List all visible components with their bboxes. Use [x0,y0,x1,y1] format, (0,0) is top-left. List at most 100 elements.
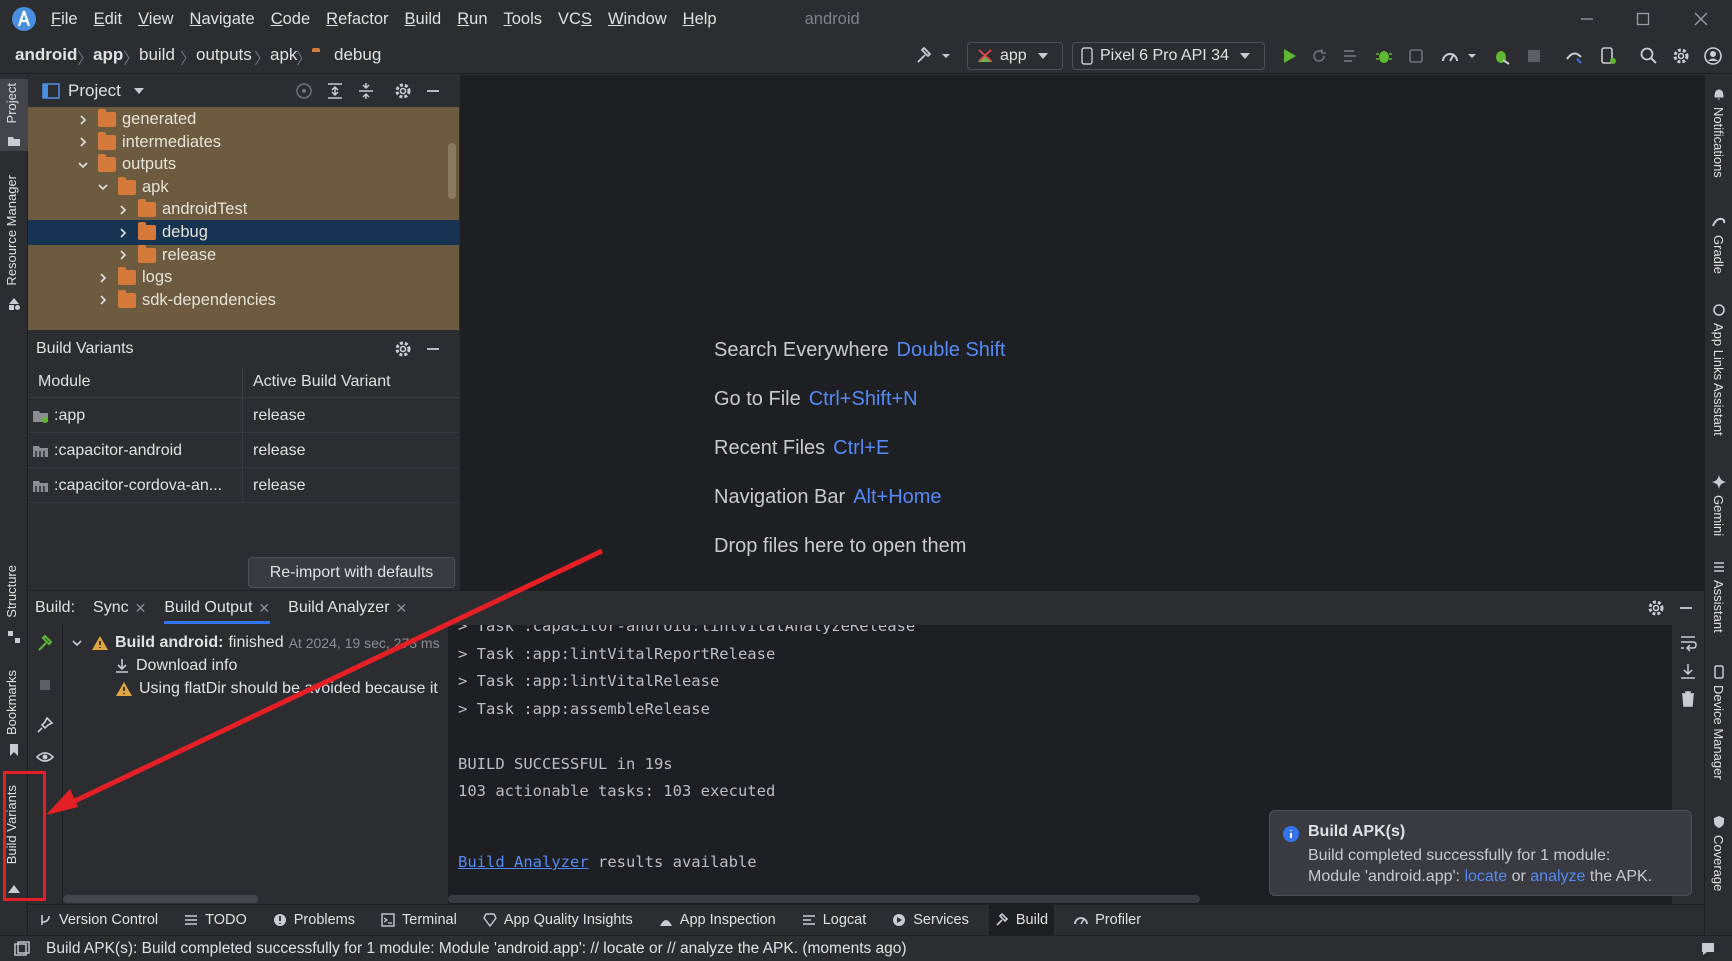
stop-icon[interactable] [1524,46,1544,66]
tree-scrollbar[interactable] [448,143,456,199]
menu-build[interactable]: Build [405,10,442,29]
chevron-right-icon[interactable] [96,293,110,307]
column-header-variant[interactable]: Active Build Variant [243,367,459,398]
tool-tab-project[interactable]: Project [4,83,19,123]
gear-icon[interactable] [393,339,413,359]
chevron-right-icon[interactable] [116,226,130,240]
reimport-defaults-button[interactable]: Re-import with defaults [248,557,455,588]
tree-item-sdk-dependencies[interactable]: sdk-dependencies [28,288,459,313]
tool-tab-services[interactable]: Services [886,905,975,936]
menu-code[interactable]: Code [271,10,310,29]
tree-item-intermediates[interactable]: intermediates [28,130,459,155]
tree-item-androidTest[interactable]: androidTest [28,197,459,222]
gear-icon[interactable] [1646,598,1666,618]
tool-tab-gradle[interactable]: Gradle [1711,235,1726,274]
gear-icon[interactable] [393,81,413,101]
trash-icon[interactable] [1678,689,1698,709]
chevron-right-icon[interactable] [76,135,90,149]
tab-build-output[interactable]: Build Output ✕ [164,599,271,624]
attach-debugger-icon[interactable] [1491,46,1511,66]
tree-item-release[interactable]: release [28,243,459,268]
variant-cell[interactable]: release [243,398,459,433]
tool-tab-problems[interactable]: Problems [267,905,361,936]
chevron-right-icon[interactable] [76,113,90,127]
account-icon[interactable] [1703,46,1723,66]
hammer-icon[interactable] [914,46,934,66]
close-tab-icon[interactable]: ✕ [135,600,147,617]
stop-icon[interactable] [35,675,55,695]
tool-tab-resource-manager[interactable]: Resource Manager [4,175,19,286]
tool-tab-app-inspection[interactable]: App Inspection [653,905,782,936]
expand-all-icon[interactable] [325,81,345,101]
chevron-down-icon[interactable] [133,86,145,96]
breadcrumb-build[interactable]: build [139,45,175,65]
close-icon[interactable] [1690,8,1712,30]
tool-tab-todo[interactable]: TODO [178,905,253,936]
gear-icon[interactable] [1671,46,1691,66]
close-tab-icon[interactable]: ✕ [396,600,408,617]
tool-tab-gemini[interactable]: Gemini [1711,495,1726,536]
breadcrumb-apk[interactable]: apk [270,45,297,65]
menu-window[interactable]: Window [608,10,667,29]
tree-item-apk[interactable]: apk [28,175,459,200]
build-analyzer-link[interactable]: Build Analyzer [458,853,589,871]
menu-file[interactable]: File [51,10,78,29]
breadcrumb-app[interactable]: app [93,45,123,65]
chevron-down-icon[interactable] [1466,46,1478,66]
chat-icon[interactable] [1700,941,1716,957]
project-panel-title[interactable]: Project [68,81,121,101]
locate-link[interactable]: locate [1464,868,1507,885]
sync-gradle-icon[interactable] [1564,46,1584,66]
scroll-to-end-icon[interactable] [1678,661,1698,681]
column-header-module[interactable]: Module [28,367,243,398]
menu-run[interactable]: Run [457,10,487,29]
tool-tab-notifications[interactable]: Notifications [1711,107,1726,178]
tree-item-debug[interactable]: debug [28,220,459,245]
build-variant-row[interactable]: :app release [28,398,459,433]
collapse-all-icon[interactable] [356,81,376,101]
tree-item-logs[interactable]: logs [28,265,459,290]
build-variant-row[interactable]: :capacitor-android release [28,433,459,468]
menu-view[interactable]: View [138,10,173,29]
analyze-link[interactable]: analyze [1530,868,1585,885]
debug-icon[interactable] [1374,46,1394,66]
tool-tab-assistant[interactable]: Assistant [1711,580,1726,633]
search-icon[interactable] [1639,46,1659,66]
chevron-right-icon[interactable] [116,203,130,217]
minimize-panel-icon[interactable] [423,339,443,359]
menu-vcs[interactable]: VCS [558,10,592,29]
minimize-icon[interactable] [1576,8,1598,30]
tool-tab-device-manager[interactable]: Device Manager [1711,685,1726,780]
minimize-panel-icon[interactable] [1676,598,1696,618]
breadcrumb-outputs[interactable]: outputs [196,45,252,65]
rerun-icon[interactable] [1309,46,1329,66]
menu-refactor[interactable]: Refactor [326,10,388,29]
tab-build-analyzer[interactable]: Build Analyzer ✕ [288,599,407,617]
run-config-selector[interactable]: app [967,42,1063,70]
tool-tab-app-quality-insights[interactable]: App Quality Insights [477,905,639,936]
menu-help[interactable]: Help [683,10,717,29]
device-mirror-icon[interactable] [1598,46,1618,66]
minimize-panel-icon[interactable] [423,81,443,101]
tool-tab-version-control[interactable]: Version Control [32,905,164,936]
locate-icon[interactable] [294,81,314,101]
tool-tab-profiler[interactable]: Profiler [1068,905,1147,936]
tool-tab-coverage[interactable]: Coverage [1711,835,1726,891]
menu-tools[interactable]: Tools [504,10,543,29]
tool-tab-bookmarks[interactable]: Bookmarks [4,670,19,735]
menu-edit[interactable]: Edit [94,10,122,29]
chevron-down-icon[interactable] [96,180,110,194]
pin-icon[interactable] [35,715,55,735]
chevron-down-icon[interactable] [940,46,952,66]
variant-cell[interactable]: release [243,433,459,468]
flatdir-warning-node[interactable]: Using flatDir should be avoided because … [115,677,438,701]
build-variant-row[interactable]: :capacitor-cordova-an... release [28,468,459,503]
eye-icon[interactable] [35,747,55,767]
tool-tab-logcat[interactable]: Logcat [796,905,873,936]
breadcrumb-debug[interactable]: debug [334,45,381,65]
coverage-run-icon[interactable] [1440,46,1460,66]
status-message[interactable]: Build APK(s): Build completed successful… [46,940,907,958]
console-horizontal-scrollbar[interactable] [448,895,1200,903]
hammer-icon[interactable] [35,633,55,653]
status-panel-icon[interactable] [14,940,30,957]
